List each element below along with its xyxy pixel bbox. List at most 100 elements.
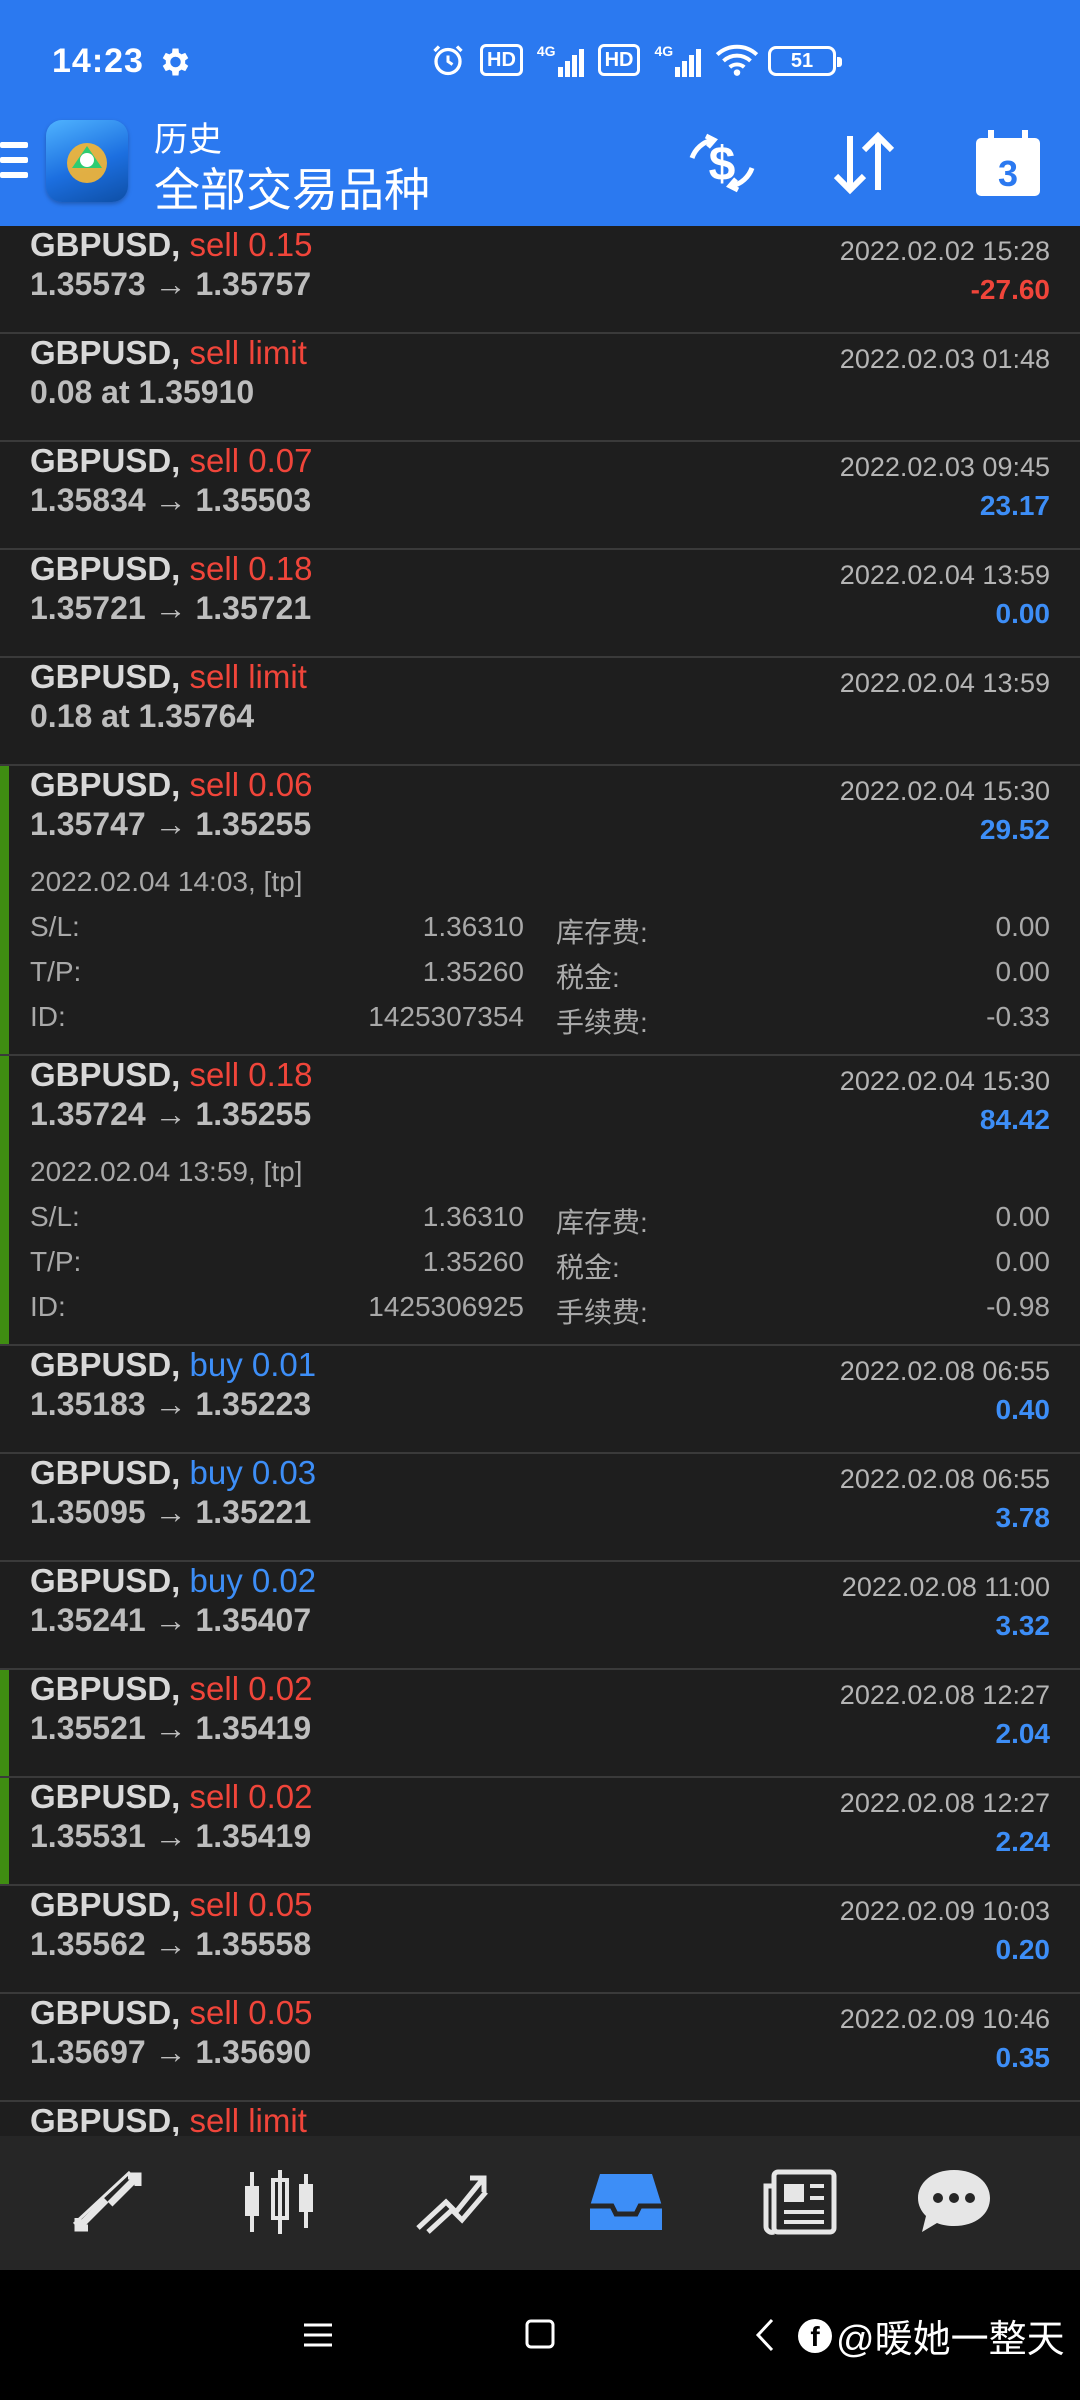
trade-history-list[interactable]: GBPUSD, sell 0.15 1.35573 → 1.35757 2022.0… (0, 226, 1080, 2136)
trade-action: sell 0.02 (189, 1778, 313, 1815)
trade-row[interactable]: GBPUSD, sell 0.02 1.35531 → 1.35419 2022.0… (0, 1778, 1080, 1886)
watermark: f @暖她一整天 (798, 2308, 1065, 2363)
trade-icon[interactable] (412, 2166, 492, 2238)
trade-time: 2022.02.09 10:03 (839, 1896, 1050, 1926)
trade-row[interactable]: GBPUSD, buy 0.02 1.35241 → 1.35407 2022.02… (0, 1562, 1080, 1670)
trade-profit: 3.32 (995, 1610, 1051, 1641)
trade-title: GBPUSD, sell 0.02 (30, 1778, 312, 1816)
trade-symbol: GBPUSD, (30, 1056, 181, 1093)
wifi-icon (715, 44, 759, 76)
trade-action: buy 0.01 (189, 1346, 317, 1383)
trade-row[interactable]: GBPUSD, sell 0.05 1.35562 → 1.35558 2022.0… (0, 1886, 1080, 1994)
trade-profit: 0.40 (995, 1394, 1051, 1425)
trade-action: sell 0.05 (189, 1886, 313, 1923)
trade-profit: -27.60 (970, 274, 1050, 305)
sl-value: 1.36310 (422, 911, 524, 942)
trade-title: GBPUSD, sell 0.06 (30, 766, 312, 804)
trade-symbol: GBPUSD, (30, 1886, 181, 1923)
fee-value: -0.33 (986, 1001, 1050, 1032)
trade-title: GBPUSD, buy 0.02 (30, 1562, 316, 1600)
menu-icon[interactable] (0, 140, 28, 180)
trade-action: sell 0.06 (189, 766, 313, 803)
trade-row[interactable]: GBPUSD, sell 0.15 1.35573 → 1.35757 2022.0… (0, 226, 1080, 334)
trade-prices: 1.35241 → 1.35407 (30, 1602, 312, 1638)
bottom-navigation (0, 2136, 1080, 2270)
trade-row[interactable]: GBPUSD, sell 0.07 1.35834 → 1.35503 2022.0… (0, 442, 1080, 550)
trade-prices: 1.35573 → 1.35757 (30, 266, 312, 302)
status-time: 14:23 (52, 42, 144, 80)
trade-title: GBPUSD, sell 0.05 (30, 1994, 312, 2032)
home-icon[interactable] (520, 2310, 560, 2360)
trade-row[interactable]: GBPUSD, sell 0.18 1.35724 → 1.35255 2022.0… (0, 1056, 1080, 1346)
trade-profit: 0.35 (995, 2042, 1051, 2073)
swap-label: 库存费: (556, 917, 648, 948)
trade-symbol: GBPUSD, (30, 1346, 181, 1383)
trade-title: GBPUSD, buy 0.03 (30, 1454, 316, 1492)
facebook-icon: f (798, 2318, 832, 2353)
trade-title: GBPUSD, sell 0.15 (30, 226, 312, 264)
trade-row[interactable]: GBPUSD, sell 0.05 1.35697 → 1.35690 2022.0… (0, 1994, 1080, 2102)
tp-value: 1.35260 (422, 1246, 524, 1277)
trade-time: 2022.02.03 09:45 (839, 452, 1050, 482)
trade-prices: 0.18 at 1.35764 (30, 698, 255, 734)
trade-title: GBPUSD, buy 0.01 (30, 1346, 316, 1384)
trade-row[interactable]: GBPUSD, sell limit 0.18 at 1.35764 2022.02… (0, 658, 1080, 766)
swap-value: 0.00 (995, 911, 1051, 942)
trade-time: 2022.02.09 10:46 (839, 2004, 1050, 2034)
tp-value: 1.35260 (422, 956, 524, 987)
trade-row[interactable]: GBPUSD, buy 0.01 1.35183 → 1.35223 2022.02… (0, 1346, 1080, 1454)
back-icon[interactable] (748, 2310, 784, 2360)
trade-profit: 0.20 (995, 1934, 1051, 1965)
hd-icon: HD (597, 44, 641, 76)
signal-icon: 4G (537, 43, 584, 77)
trade-row[interactable]: GBPUSD, buy 0.03 1.35095 → 1.35221 2022.02… (0, 1454, 1080, 1562)
news-icon[interactable] (760, 2166, 840, 2238)
trade-time: 2022.02.08 11:00 (841, 1572, 1050, 1602)
battery-indicator: 51 (768, 46, 842, 76)
trade-row[interactable]: GBPUSD, sell 0.06 1.35747 → 1.35255 2022.0… (0, 766, 1080, 1056)
trade-action: buy 0.03 (189, 1454, 317, 1491)
quotes-icon[interactable] (68, 2166, 148, 2238)
sl-value: 1.36310 (422, 1201, 524, 1232)
trade-row[interactable]: GBPUSD, sell 0.02 1.35521 → 1.35419 2022.0… (0, 1670, 1080, 1778)
trade-row[interactable]: GBPUSD, sell limit 0.08 at 1.35910 2022.02… (0, 334, 1080, 442)
trade-row[interactable]: GBPUSD, sell 0.18 1.35721 → 1.35721 2022.0… (0, 550, 1080, 658)
trade-profit: 2.04 (995, 1718, 1051, 1749)
tax-label: 税金: (556, 1252, 620, 1283)
tax-value: 0.00 (995, 956, 1051, 987)
trade-prices: 1.35724 → 1.35255 (30, 1096, 312, 1132)
alarm-icon (433, 45, 463, 76)
chart-icon[interactable] (240, 2166, 320, 2238)
recents-icon[interactable] (298, 2310, 338, 2360)
app-logo (46, 120, 128, 202)
trade-row-partial[interactable]: GBPUSD, sell limit (0, 2102, 1080, 2136)
status-bar: 14:23 HD 4G HD 4G 51 (0, 0, 1080, 100)
chat-icon[interactable] (914, 2166, 994, 2238)
trade-prices: 1.35183 → 1.35223 (30, 1386, 312, 1422)
trade-symbol: GBPUSD, (30, 1454, 181, 1491)
trade-action: buy 0.02 (189, 1562, 317, 1599)
id-value: 1425307354 (368, 1001, 524, 1032)
signal-icon: 4G (654, 43, 702, 77)
calendar-icon[interactable]: 3 (968, 128, 1048, 198)
fee-label: 手续费: (556, 1297, 648, 1328)
trade-time: 2022.02.02 15:28 (839, 236, 1050, 266)
calendar-day: 3 (998, 153, 1018, 194)
sort-icon[interactable] (824, 128, 904, 198)
history-icon[interactable] (586, 2166, 666, 2238)
trade-symbol: GBPUSD, (30, 1670, 181, 1707)
trade-open-time: 2022.02.04 14:03, [tp] (30, 866, 303, 897)
trade-prices: 1.35562 → 1.35558 (30, 1926, 312, 1962)
trade-profit: 84.42 (979, 1104, 1050, 1135)
trade-title: GBPUSD, sell 0.07 (30, 442, 312, 480)
trade-profit: 29.52 (979, 814, 1050, 845)
status-icons: HD 4G HD 4G (430, 40, 759, 80)
trade-symbol: GBPUSD, (30, 2102, 181, 2136)
trade-symbol: GBPUSD, (30, 550, 181, 587)
trade-symbol: GBPUSD, (30, 1994, 181, 2031)
trade-symbol: GBPUSD, (30, 1778, 181, 1815)
id-value: 1425306925 (368, 1291, 524, 1322)
swap-label: 库存费: (556, 1207, 648, 1238)
trade-title: GBPUSD, sell 0.18 (30, 1056, 312, 1094)
currency-exchange-icon[interactable]: $ (682, 128, 762, 198)
